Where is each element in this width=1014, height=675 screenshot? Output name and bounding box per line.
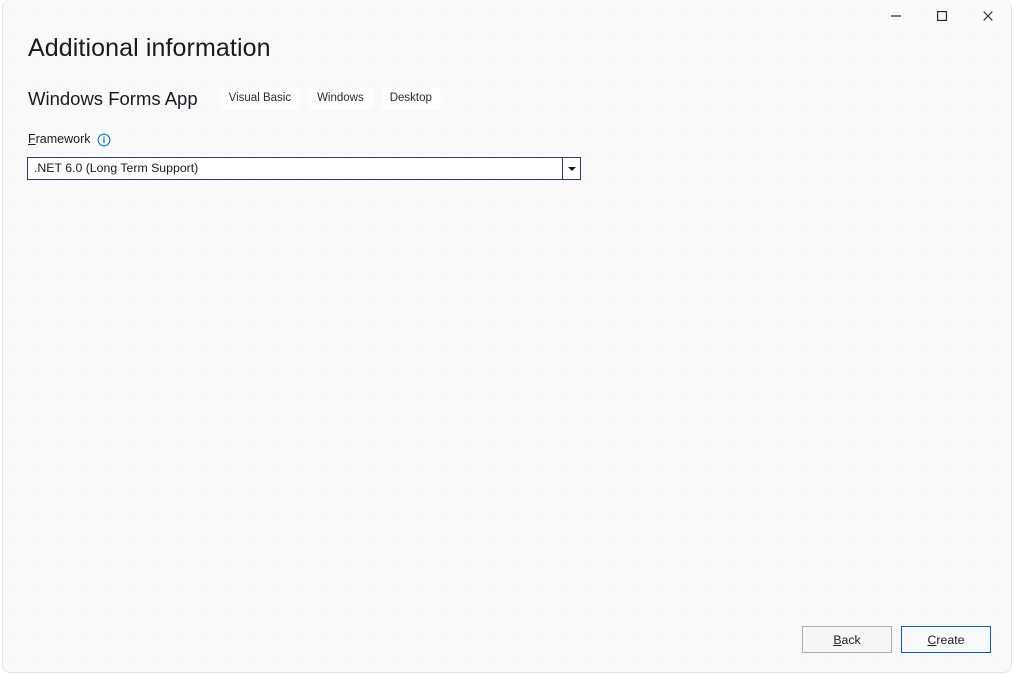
framework-dropdown-button[interactable] [562, 158, 580, 179]
chevron-down-icon [568, 167, 576, 171]
maximize-button[interactable] [919, 0, 965, 31]
minimize-icon [890, 10, 902, 22]
framework-label-accesskey: F [28, 132, 36, 146]
dialog-footer: Back Create [802, 626, 991, 653]
close-button[interactable] [965, 0, 1011, 31]
framework-label: Framework [28, 131, 91, 148]
framework-selected-value: .NET 6.0 (Long Term Support) [28, 158, 562, 179]
info-circle-icon [97, 133, 111, 147]
maximize-icon [936, 10, 948, 22]
create-button-accesskey: C [928, 633, 937, 647]
close-icon [982, 10, 994, 22]
tag-visual-basic: Visual Basic [220, 88, 300, 110]
framework-select[interactable]: .NET 6.0 (Long Term Support) [27, 157, 581, 180]
additional-information-dialog: Additional information Windows Forms App… [2, 0, 1012, 673]
framework-label-row: Framework [28, 131, 111, 148]
tag-windows: Windows [308, 88, 373, 110]
back-button-label: ack [842, 633, 861, 647]
framework-label-rest: ramework [36, 132, 91, 146]
back-button[interactable]: Back [802, 626, 892, 653]
page-title: Additional information [28, 32, 271, 64]
create-button[interactable]: Create [901, 626, 991, 653]
title-bar [3, 0, 1011, 32]
framework-info-icon-wrapper[interactable] [91, 133, 111, 147]
minimize-button[interactable] [873, 0, 919, 31]
back-button-accesskey: B [833, 633, 841, 647]
tag-desktop: Desktop [381, 88, 441, 110]
create-button-label: reate [936, 633, 964, 647]
template-name: Windows Forms App [28, 86, 198, 112]
template-summary: Windows Forms App Visual Basic Windows D… [28, 86, 449, 112]
